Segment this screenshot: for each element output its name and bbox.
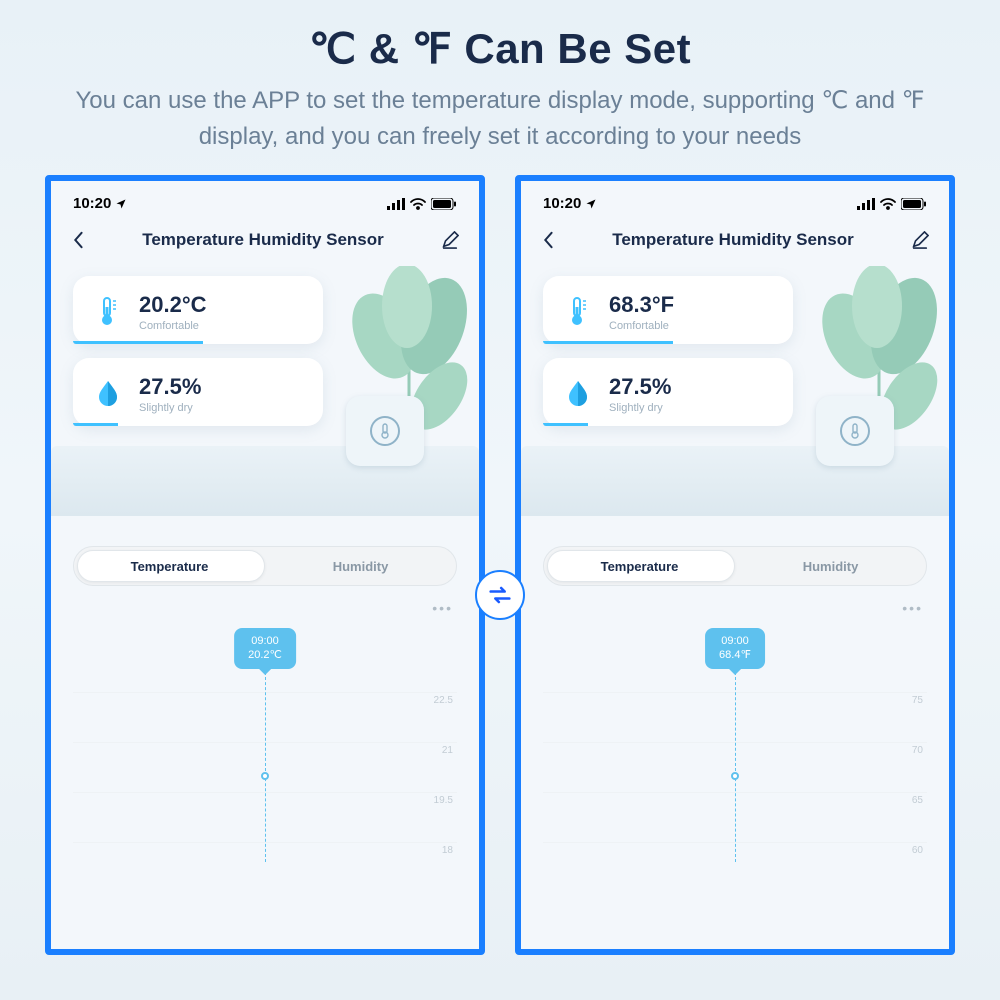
tooltip-value: 68.4℉: [719, 648, 751, 662]
more-options[interactable]: •••: [521, 594, 949, 622]
tab-humidity[interactable]: Humidity: [735, 547, 926, 585]
wifi-icon: [410, 198, 426, 210]
temperature-value: 20.2°C: [139, 292, 305, 318]
thermometer-icon: [91, 295, 125, 329]
temperature-chart[interactable]: 75 70 65 60 09:00 68.4℉: [521, 622, 949, 882]
nav-title: Temperature Humidity Sensor: [85, 230, 441, 250]
tab-temperature[interactable]: Temperature: [74, 547, 265, 585]
more-options[interactable]: •••: [51, 594, 479, 622]
sensor-device-illustration: [816, 396, 894, 466]
humidity-card[interactable]: 27.5% Slightly dry: [73, 358, 323, 426]
ytick: 19.5: [434, 795, 453, 806]
status-bar: 10:20: [521, 181, 949, 218]
status-bar: 10:20: [51, 181, 479, 218]
tooltip-value: 20.2℃: [248, 648, 282, 662]
nav-bar: Temperature Humidity Sensor: [51, 218, 479, 266]
ytick: 65: [912, 795, 923, 806]
status-time: 10:20: [543, 195, 581, 212]
tab-temperature[interactable]: Temperature: [544, 547, 735, 585]
chart-data-point: [731, 772, 739, 780]
tooltip-time: 09:00: [248, 634, 282, 648]
location-icon: [115, 198, 127, 210]
nav-bar: Temperature Humidity Sensor: [521, 218, 949, 266]
battery-icon: [901, 198, 927, 210]
hero-title: ℃ & ℉ Can Be Set: [0, 0, 1000, 73]
phone-fahrenheit: 10:20 Temperature Humidity Sensor: [515, 175, 955, 955]
battery-icon: [431, 198, 457, 210]
thermometer-icon: [561, 295, 595, 329]
humidity-label: Slightly dry: [139, 402, 305, 414]
chart-tooltip: 09:00 20.2℃: [234, 628, 296, 669]
phone-celsius: 10:20 Temperature Humidity Sensor: [45, 175, 485, 955]
ytick: 70: [912, 745, 923, 756]
chart-tooltip: 09:00 68.4℉: [705, 628, 765, 669]
ytick: 18: [442, 845, 453, 856]
sensor-device-illustration: [346, 396, 424, 466]
metric-segment[interactable]: Temperature Humidity: [543, 546, 927, 586]
tooltip-time: 09:00: [719, 634, 751, 648]
wifi-icon: [880, 198, 896, 210]
temperature-label: Comfortable: [139, 320, 305, 332]
humidity-value: 27.5%: [609, 374, 775, 400]
metric-segment[interactable]: Temperature Humidity: [73, 546, 457, 586]
temperature-card[interactable]: 68.3°F Comfortable: [543, 276, 793, 344]
signal-icon: [387, 198, 405, 210]
edit-icon[interactable]: [911, 231, 929, 249]
tab-humidity[interactable]: Humidity: [265, 547, 456, 585]
humidity-value: 27.5%: [139, 374, 305, 400]
chart-data-point: [261, 772, 269, 780]
droplet-icon: [561, 377, 595, 411]
back-icon[interactable]: [71, 231, 85, 249]
location-icon: [585, 198, 597, 210]
nav-title: Temperature Humidity Sensor: [555, 230, 911, 250]
temperature-chart[interactable]: 22.5 21 19.5 18 09:00 20.2℃: [51, 622, 479, 882]
ytick: 21: [442, 745, 453, 756]
edit-icon[interactable]: [441, 231, 459, 249]
humidity-label: Slightly dry: [609, 402, 775, 414]
temperature-card[interactable]: 20.2°C Comfortable: [73, 276, 323, 344]
humidity-card[interactable]: 27.5% Slightly dry: [543, 358, 793, 426]
status-time: 10:20: [73, 195, 111, 212]
ytick: 60: [912, 845, 923, 856]
signal-icon: [857, 198, 875, 210]
back-icon[interactable]: [541, 231, 555, 249]
ytick: 22.5: [434, 695, 453, 706]
temperature-label: Comfortable: [609, 320, 775, 332]
hero-subtitle: You can use the APP to set the temperatu…: [0, 73, 1000, 175]
temperature-value: 68.3°F: [609, 292, 775, 318]
swap-icon: [475, 570, 525, 620]
ytick: 75: [912, 695, 923, 706]
droplet-icon: [91, 377, 125, 411]
